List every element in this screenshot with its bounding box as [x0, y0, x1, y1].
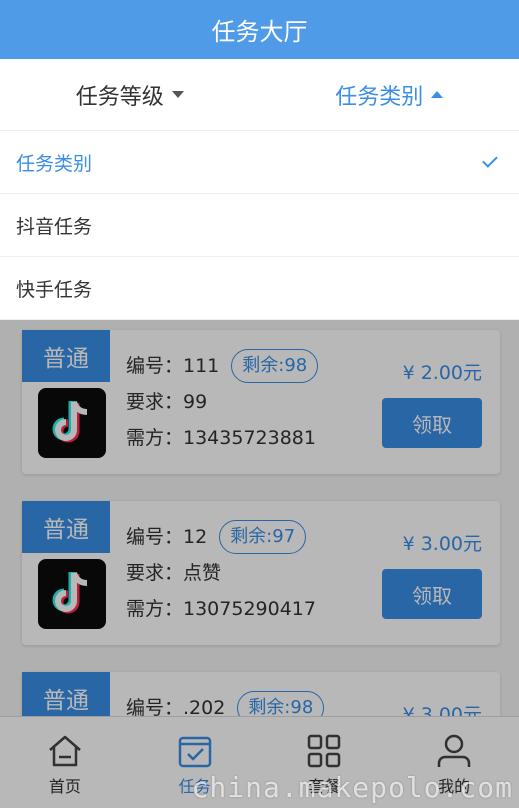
dropdown-item-douyin[interactable]: 抖音任务 [0, 194, 519, 257]
filter-task-category-label: 任务类别 [335, 84, 424, 110]
app-header: 任务大厅 [0, 0, 519, 59]
caret-down-icon [171, 91, 184, 98]
watermark-text: china.makepolo.com [191, 771, 513, 804]
category-dropdown: 任务类别 抖音任务 快手任务 [0, 131, 519, 320]
check-icon [482, 152, 498, 168]
filter-task-level[interactable]: 任务等级 [0, 59, 260, 130]
dropdown-item-label: 任务类别 [16, 152, 93, 175]
filter-task-level-label: 任务等级 [75, 84, 164, 110]
dropdown-item-label: 抖音任务 [16, 215, 93, 238]
filter-task-category[interactable]: 任务类别 [260, 59, 519, 130]
page-title: 任务大厅 [211, 18, 308, 46]
dropdown-item-label: 快手任务 [16, 278, 93, 301]
dropdown-overlay-mask[interactable] [0, 318, 519, 808]
caret-up-icon [431, 91, 444, 98]
dropdown-item-all-categories[interactable]: 任务类别 [0, 131, 519, 194]
filter-bar: 任务等级 任务类别 [0, 59, 519, 131]
dropdown-item-kuaishou[interactable]: 快手任务 [0, 257, 519, 320]
